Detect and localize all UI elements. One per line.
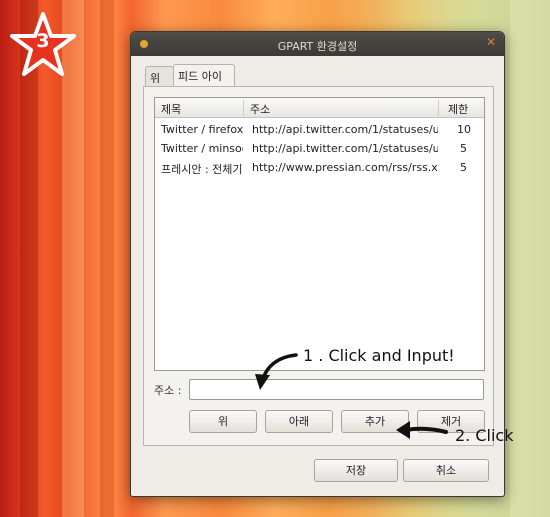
annotation-step2: 2. Click [455, 426, 514, 445]
annotation-step1: 1 . Click and Input! [303, 346, 455, 365]
